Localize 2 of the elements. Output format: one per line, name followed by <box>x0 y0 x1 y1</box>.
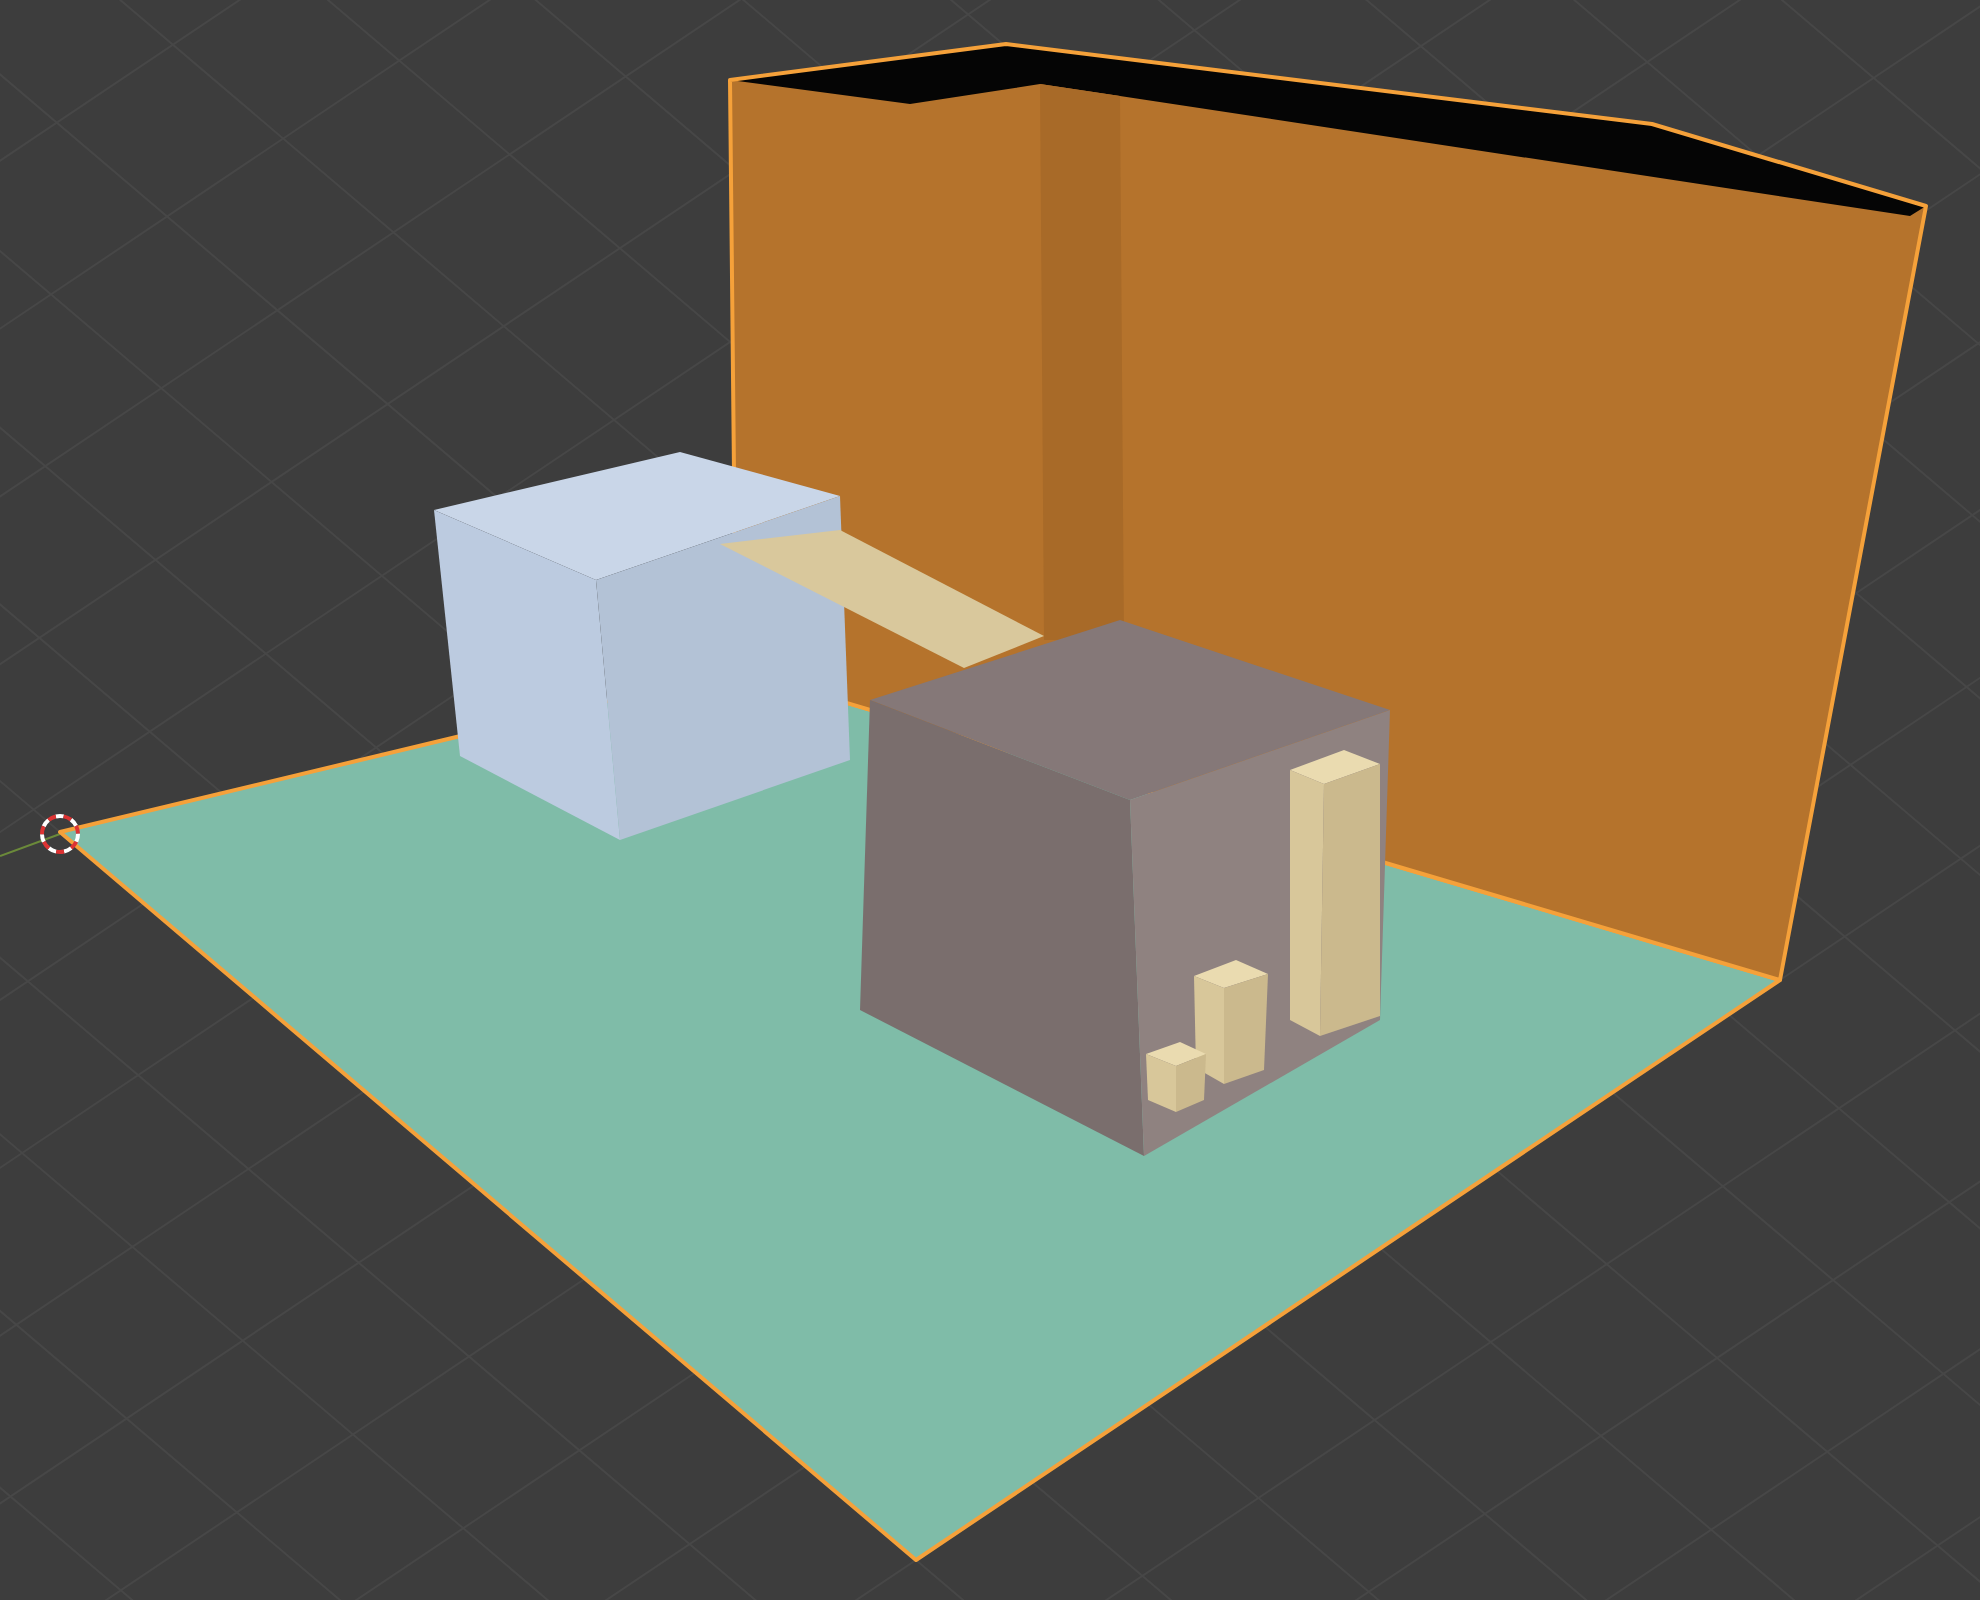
cursor-icon <box>40 814 80 854</box>
axis-line <box>0 833 61 857</box>
